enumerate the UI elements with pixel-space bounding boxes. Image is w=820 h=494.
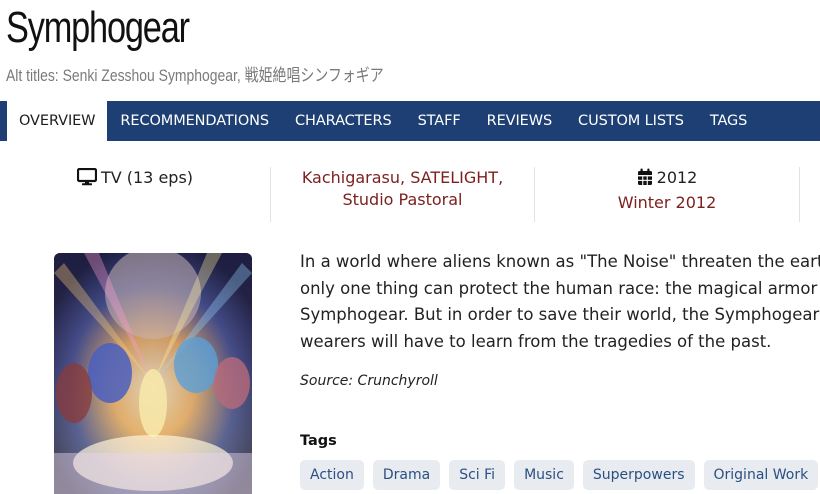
tag-superpowers[interactable]: Superpowers: [582, 460, 695, 490]
synopsis: In a world where aliens known as "The No…: [300, 252, 820, 351]
studio-separator: ,: [400, 168, 411, 187]
tag-original-work[interactable]: Original Work: [703, 460, 819, 490]
tab-staff[interactable]: STAFF: [405, 101, 474, 141]
calendar-icon: [637, 168, 653, 192]
info-bar: TV (13 eps) Kachigarasu, SATELIGHT, Stud…: [0, 167, 820, 222]
tab-recommendations[interactable]: RECOMMENDATIONS: [107, 101, 282, 141]
tab-characters[interactable]: CHARACTERS: [282, 101, 405, 141]
tab-tags[interactable]: TAGS: [697, 101, 760, 141]
synopsis-source: Source: Crunchyroll: [300, 373, 438, 389]
poster-image: [54, 253, 252, 494]
tags-heading: Tags: [300, 433, 337, 449]
tag-drama[interactable]: Drama: [372, 460, 441, 490]
date-cell: 2012 Winter 2012: [535, 167, 799, 222]
tag-sci-fi[interactable]: Sci Fi: [449, 460, 506, 490]
studios-cell: Kachigarasu, SATELIGHT, Studio Pastoral: [271, 167, 534, 222]
tag-list: Action Drama Sci Fi Music Superpowers Or…: [300, 460, 819, 490]
format-text: TV (13 eps): [100, 168, 194, 187]
studio-link-kachigarasu[interactable]: Kachigarasu: [302, 168, 400, 187]
tab-reviews[interactable]: REVIEWS: [474, 101, 565, 141]
page-title: Symphogear: [6, 3, 190, 52]
studio-separator: ,: [498, 168, 504, 187]
studio-link-studio-pastoral[interactable]: Studio Pastoral: [342, 190, 462, 209]
tab-custom-lists[interactable]: CUSTOM LISTS: [565, 101, 697, 141]
alt-titles-value: Senki Zesshou Symphogear, 戦姫絶唱シンフォギア: [62, 66, 384, 85]
tag-music[interactable]: Music: [514, 460, 574, 490]
format-cell: TV (13 eps): [0, 167, 270, 222]
tab-bar: OVERVIEW RECOMMENDATIONS CHARACTERS STAF…: [0, 101, 820, 141]
alt-titles: Alt titles: Senki Zesshou Symphogear, 戦姫…: [6, 61, 384, 86]
tag-action[interactable]: Action: [300, 460, 364, 490]
alt-titles-label: Alt titles:: [6, 66, 59, 85]
studio-link-satelight[interactable]: SATELIGHT: [410, 168, 498, 187]
format-line: TV (13 eps): [0, 167, 270, 192]
year-text: 2012: [656, 168, 698, 187]
divider: [799, 167, 800, 222]
tab-overview[interactable]: OVERVIEW: [7, 101, 108, 141]
season-link[interactable]: Winter 2012: [618, 193, 717, 212]
tv-icon: [76, 167, 98, 192]
